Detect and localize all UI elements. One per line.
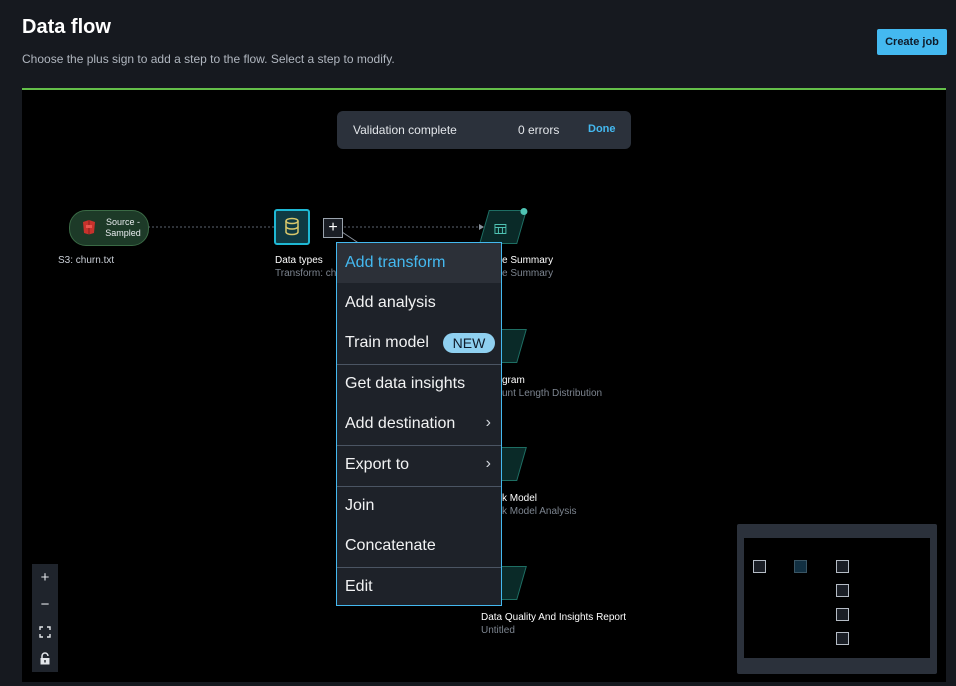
- new-badge: NEW: [443, 333, 495, 353]
- zoom-in-button[interactable]: +: [32, 565, 58, 591]
- fit-view-button[interactable]: [32, 619, 58, 645]
- menu-item-edit[interactable]: Edit: [337, 567, 501, 607]
- source-node-caption: S3: churn.txt: [58, 255, 115, 266]
- minimap-node: [836, 608, 849, 621]
- quick-model-title: k Model: [502, 493, 538, 504]
- page-title: Data flow: [22, 16, 111, 38]
- dq-report-caption: Data Quality And Insights Report Untitle…: [481, 611, 626, 637]
- page-subtitle: Choose the plus sign to add a step to th…: [22, 52, 395, 66]
- zoom-out-button[interactable]: −: [32, 592, 58, 618]
- fit-view-icon: [39, 626, 51, 638]
- validation-banner: Validation complete 0 errors Done: [337, 111, 631, 149]
- database-icon: [285, 217, 299, 236]
- menu-item-join[interactable]: Join: [337, 486, 501, 526]
- data-types-node[interactable]: [274, 209, 310, 245]
- chevron-right-icon: ›: [485, 455, 491, 472]
- node-status-dot: [520, 208, 528, 215]
- source-node[interactable]: Source - Sampled: [69, 210, 149, 246]
- s3-bucket-icon: [83, 220, 95, 235]
- quick-model-subtitle: k Model Analysis: [502, 506, 577, 517]
- histogram-title: gram: [502, 375, 525, 386]
- menu-item-add-transform[interactable]: Add transform: [337, 243, 501, 283]
- minimap-viewport: [744, 538, 930, 658]
- flow-canvas[interactable]: Validation complete 0 errors Done Source…: [22, 88, 946, 682]
- summary-caption: e Summary e Summary: [502, 254, 553, 280]
- dq-report-title: Data Quality And Insights Report: [481, 612, 627, 623]
- validation-message: Validation complete: [353, 123, 457, 137]
- minimap-node: [794, 560, 807, 573]
- create-job-button[interactable]: Create job: [877, 29, 947, 55]
- lock-button[interactable]: [32, 646, 58, 672]
- summary-title: e Summary: [502, 255, 554, 266]
- validation-done-button[interactable]: Done: [588, 123, 616, 135]
- minimap[interactable]: [737, 524, 937, 674]
- menu-item-get-data-insights[interactable]: Get data insights: [337, 364, 501, 404]
- minimap-node: [753, 560, 766, 573]
- minimap-node: [836, 632, 849, 645]
- menu-item-export-to[interactable]: Export to ›: [337, 445, 501, 485]
- add-step-menu: Add transform Add analysis Train model N…: [336, 242, 502, 606]
- menu-item-train-model[interactable]: Train model NEW: [337, 323, 501, 363]
- data-types-subtitle: Transform: ch: [275, 268, 337, 279]
- add-step-plus-button[interactable]: +: [323, 218, 343, 238]
- dq-report-subtitle: Untitled: [481, 625, 515, 636]
- validation-errors: 0 errors: [518, 123, 560, 137]
- minimap-node: [836, 584, 849, 597]
- source-node-label: Source - Sampled: [105, 217, 141, 238]
- chevron-right-icon: ›: [485, 414, 491, 431]
- minimap-node: [836, 560, 849, 573]
- lock-icon: [40, 652, 50, 665]
- table-icon: [494, 224, 507, 234]
- histogram-caption: gram unt Length Distribution: [502, 374, 602, 400]
- data-types-caption: Data types Transform: ch: [275, 254, 336, 280]
- quick-model-caption: k Model k Model Analysis: [502, 492, 576, 518]
- menu-item-add-destination[interactable]: Add destination ›: [337, 404, 501, 444]
- menu-item-add-analysis[interactable]: Add analysis: [337, 283, 501, 323]
- zoom-controls: + −: [32, 564, 58, 672]
- histogram-subtitle: unt Length Distribution: [502, 388, 603, 399]
- summary-subtitle: e Summary: [502, 268, 554, 279]
- menu-item-concatenate[interactable]: Concatenate: [337, 526, 501, 566]
- data-types-title: Data types: [275, 255, 323, 266]
